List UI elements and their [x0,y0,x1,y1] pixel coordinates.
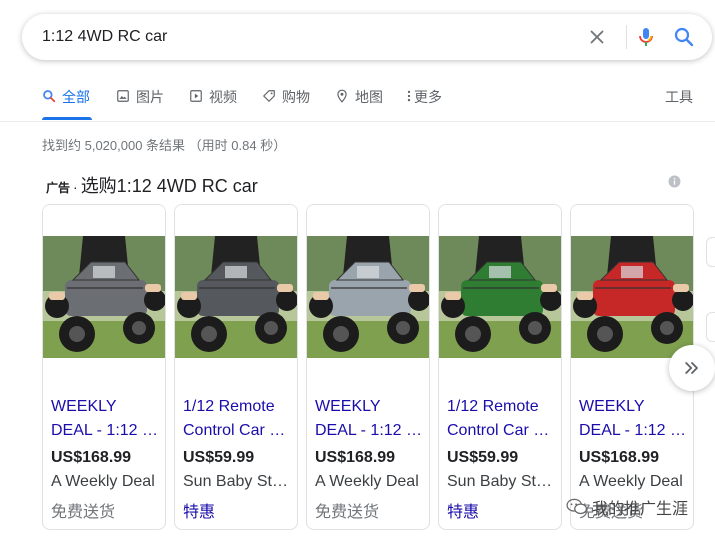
rc-car-image [175,236,297,358]
product-card[interactable]: 1/12 Remote Control Car 4WD US$59.99 Sun… [438,204,562,530]
tab-videos[interactable]: 视频 [189,86,237,120]
search-icon[interactable] [672,25,696,49]
product-title[interactable]: WEEKLY DEAL - 1:12 4WD RC Car [51,395,159,443]
map-pin-icon [337,89,347,103]
product-image[interactable] [307,205,429,387]
product-merchant: A Weekly Deal [579,473,683,490]
more-vert-icon [407,90,411,102]
wechat-icon [566,498,588,515]
tab-more[interactable]: 更多 [406,86,442,120]
product-card[interactable]: 1/12 Remote Control Car 4WD US$59.99 Sun… [174,204,298,530]
product-promo: 免费送货 [315,504,380,521]
side-panel-edge [706,312,715,342]
product-price: US$59.99 [183,449,255,466]
product-title-line1: WEEKLY [579,398,645,415]
product-merchant: A Weekly Deal [51,473,155,490]
search-box [22,14,712,60]
divider [626,25,627,49]
product-title[interactable]: 1/12 Remote Control Car 4WD [447,395,555,443]
video-icon [190,90,202,102]
chevron-double-right-icon [685,362,698,374]
tab-all[interactable]: 全部 [42,86,90,120]
side-panel-edge [706,237,715,267]
product-promo: 特惠 [447,504,480,521]
image-icon [117,90,129,102]
product-title-line2: Control Car 4WD [447,422,555,439]
tab-label: 地图 [355,89,383,105]
product-title-line2: DEAL - 1:12 4WD RC Car [315,422,423,439]
tools-button[interactable]: 工具 [665,86,693,108]
ads-header: 广告 · 选购1:12 4WD RC car [46,172,258,198]
clear-icon[interactable] [586,26,608,48]
tab-label: 全部 [62,89,90,105]
mic-icon[interactable] [634,25,658,49]
rc-car-image [439,236,561,358]
product-merchant: Sun Baby Store [183,473,293,490]
watermark-text: 我的推广生涯 [592,501,689,518]
product-title-line2: DEAL - 1:12 4WD RC Car [579,422,687,439]
product-image[interactable] [43,205,165,387]
tag-icon [263,90,275,102]
product-image[interactable] [175,205,297,387]
tabs-divider [0,121,715,122]
product-title-line1: WEEKLY [51,398,117,415]
product-price: US$168.99 [51,449,132,466]
ads-title: 选购1:12 4WD RC car [80,176,258,196]
rc-car-image [571,236,693,358]
product-title-line2: Control Car 4WD [183,422,291,439]
product-title[interactable]: WEEKLY DEAL - 1:12 4WD RC Car [579,395,687,443]
product-promo: 免费送货 [51,504,116,521]
active-tab-indicator [42,117,92,120]
rc-car-image [307,236,429,358]
product-price: US$168.99 [315,449,396,466]
tab-label: 购物 [282,89,310,105]
product-title-line2: DEAL - 1:12 4WD RC Car [51,422,159,439]
product-merchant: Sun Baby Store [447,473,557,490]
product-title-line1: 1/12 Remote [447,398,539,415]
tab-images[interactable]: 图片 [116,86,164,120]
tab-label: 图片 [136,89,164,105]
search-tabs: 全部 图片 视频 购物 地图 更多 工具 [0,86,715,122]
product-title-line1: WEEKLY [315,398,381,415]
search-icon [43,90,56,103]
ad-label: 广告 [46,181,71,195]
product-card[interactable]: WEEKLY DEAL - 1:12 4WD RC Car US$168.99 … [42,204,166,530]
product-merchant: A Weekly Deal [315,473,419,490]
product-title-line1: 1/12 Remote [183,398,275,415]
result-stats: 找到约 5,020,000 条结果 （用时 0.84 秒） [42,138,287,153]
product-image[interactable] [439,205,561,387]
tab-shopping[interactable]: 购物 [262,86,310,120]
ad-separator: · [73,179,78,195]
rc-car-image [43,236,165,358]
watermark: 我的推广生涯 [566,495,688,519]
product-title[interactable]: 1/12 Remote Control Car 4WD [183,395,291,443]
tab-label: 视频 [209,89,237,105]
product-price: US$59.99 [447,449,519,466]
next-products-button[interactable] [669,345,715,391]
info-icon[interactable] [668,175,681,188]
tab-maps[interactable]: 地图 [335,86,383,120]
search-input[interactable] [42,26,562,48]
tab-label: 更多 [414,89,442,105]
product-card[interactable]: WEEKLY DEAL - 1:12 4WD RC Car US$168.99 … [306,204,430,530]
product-title[interactable]: WEEKLY DEAL - 1:12 4WD RC Car [315,395,423,443]
product-price: US$168.99 [579,449,660,466]
product-promo: 特惠 [183,504,216,521]
